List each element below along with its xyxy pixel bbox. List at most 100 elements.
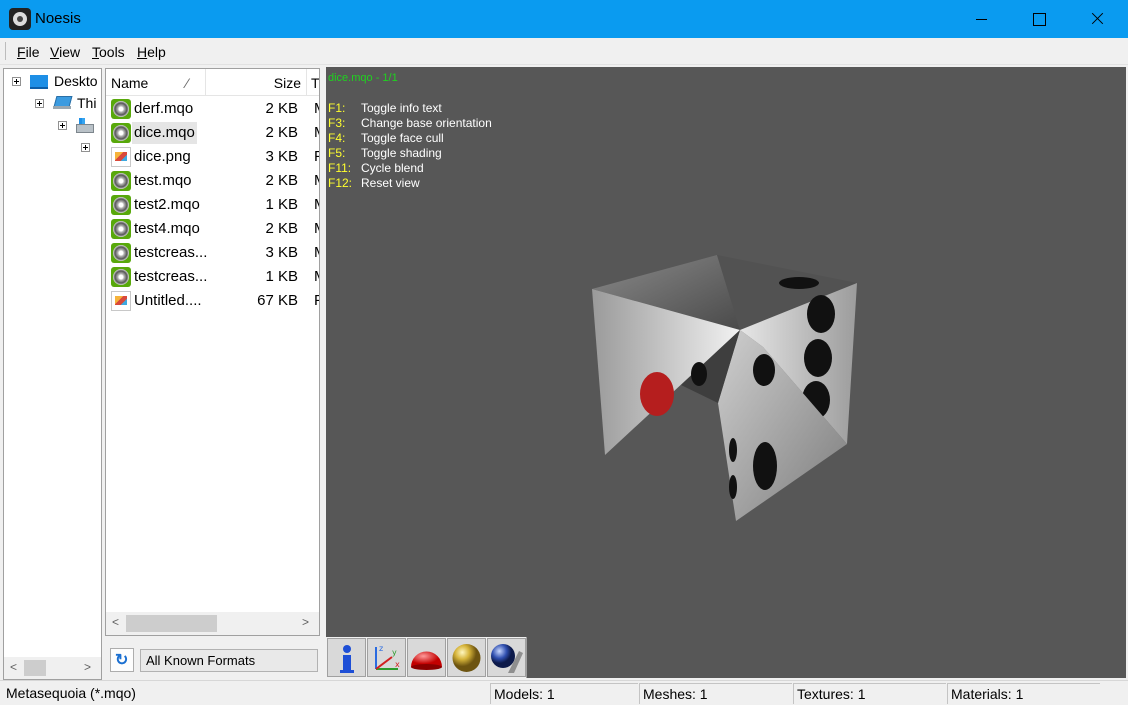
status-bar: Metasequoia (*.mqo) Models: 1 Meshes: 1 … — [0, 680, 1128, 705]
file-size: 3 KB — [265, 244, 298, 261]
window-title: Noesis — [35, 10, 81, 27]
scroll-left-icon[interactable]: < — [10, 660, 17, 674]
file-size: 1 KB — [265, 268, 298, 285]
file-size: 2 KB — [265, 172, 298, 189]
file-name: testcreas... — [134, 268, 208, 285]
scrollbar-thumb[interactable] — [24, 660, 46, 676]
mqo-file-icon — [111, 99, 131, 119]
desktop-icon — [30, 75, 48, 89]
file-size: 2 KB — [265, 100, 298, 117]
title-bar: Noesis — [0, 0, 1128, 38]
svg-text:y: y — [392, 648, 397, 657]
windows-drive-icon — [75, 118, 94, 133]
file-name: dice.mqo — [132, 122, 197, 144]
column-type-label: T — [311, 75, 320, 91]
noesis-app-icon[interactable] — [9, 8, 31, 30]
scrollbar-thumb[interactable] — [126, 615, 217, 632]
menu-file[interactable]: File — [17, 44, 40, 60]
file-name: derf.mqo — [134, 100, 194, 117]
column-size-label: Size — [273, 75, 301, 91]
tree-horizontal-scrollbar[interactable]: < > — [4, 657, 101, 679]
file-name: Untitled.... — [134, 292, 202, 309]
tree-item-folder[interactable] — [79, 139, 99, 157]
scroll-right-icon[interactable]: > — [84, 660, 91, 674]
status-textures: Textures: 1 — [793, 683, 946, 704]
mqo-file-icon — [111, 267, 131, 287]
info-icon — [340, 645, 354, 673]
svg-text:x: x — [395, 660, 400, 669]
scroll-right-icon[interactable]: > — [302, 615, 309, 629]
expand-icon[interactable] — [58, 121, 67, 130]
column-header-name[interactable]: Name ⁄ — [106, 69, 206, 96]
column-header-size[interactable]: Size — [206, 69, 307, 96]
png-file-icon — [111, 147, 131, 167]
tree-item-drive[interactable] — [56, 117, 101, 135]
mqo-file-icon — [111, 123, 131, 143]
axes-icon: z y x — [375, 644, 400, 670]
format-filter-select[interactable]: All Known Formats — [140, 649, 318, 672]
gold-sphere-icon — [452, 644, 481, 672]
file-name: testcreas... — [134, 244, 208, 261]
file-name: dice.png — [134, 148, 191, 165]
file-size: 3 KB — [265, 148, 298, 165]
info-button[interactable] — [327, 638, 366, 677]
expand-icon[interactable] — [35, 99, 44, 108]
mqo-file-icon — [111, 171, 131, 191]
menu-help[interactable]: Help — [137, 44, 166, 60]
status-models: Models: 1 — [490, 683, 638, 704]
model-viewport[interactable]: dice.mqo - 1/1 F1: Toggle info text F3: Cha… — [326, 67, 1126, 678]
menu-tools[interactable]: Tools — [92, 44, 125, 60]
material-button[interactable] — [447, 638, 486, 677]
mqo-file-icon — [111, 243, 131, 263]
scroll-left-icon[interactable]: < — [112, 615, 119, 629]
expand-icon[interactable] — [81, 143, 90, 152]
file-row[interactable]: test.mqo2 KBM — [108, 169, 319, 193]
file-row[interactable]: Untitled....67 KBP — [108, 289, 319, 313]
mqo-file-icon — [111, 195, 131, 215]
file-size: 2 KB — [265, 124, 298, 141]
file-row[interactable]: testcreas...3 KBM — [108, 241, 319, 265]
status-meshes: Meshes: 1 — [639, 683, 792, 704]
file-row[interactable]: dice.mqo2 KBM — [108, 121, 319, 145]
svg-text:z: z — [379, 644, 383, 653]
red-dome-icon — [411, 651, 442, 670]
wrench-sphere-icon — [491, 644, 523, 673]
file-size: 2 KB — [265, 220, 298, 237]
png-file-icon — [111, 291, 131, 311]
maximize-button[interactable] — [1010, 0, 1068, 38]
refresh-button[interactable] — [110, 648, 134, 672]
file-name: test2.mqo — [134, 196, 200, 213]
file-row[interactable]: dice.png3 KBP — [108, 145, 319, 169]
menu-grip — [5, 42, 6, 60]
close-button[interactable] — [1068, 0, 1126, 38]
file-row[interactable]: test4.mqo2 KBM — [108, 217, 319, 241]
column-name-label: Name — [111, 75, 149, 91]
tree-item-label: Deskto — [54, 73, 98, 89]
viewport-toolbar: z y x — [326, 637, 527, 678]
tree-item-this-pc[interactable]: Thi — [33, 95, 101, 113]
sort-indicator-icon: ⁄ — [186, 75, 189, 91]
shading-button[interactable] — [407, 638, 446, 677]
file-row[interactable]: derf.mqo2 KBM — [108, 97, 319, 121]
computer-icon — [53, 96, 71, 110]
mqo-file-icon — [111, 219, 131, 239]
file-list[interactable]: Name ⁄ Size T derf.mqo2 KBMdice.mqo2 KBM… — [105, 68, 320, 636]
tools-button[interactable] — [487, 638, 526, 677]
tree-item-label: Thi — [77, 95, 97, 111]
column-header-type[interactable]: T — [307, 69, 320, 96]
axes-button[interactable]: z y x — [367, 638, 406, 677]
file-size: 67 KB — [257, 292, 298, 309]
file-name: test4.mqo — [134, 220, 200, 237]
expand-icon[interactable] — [12, 77, 21, 86]
menu-bar: File View Tools Help — [0, 38, 1128, 65]
file-row[interactable]: testcreas...1 KBM — [108, 265, 319, 289]
file-size: 1 KB — [265, 196, 298, 213]
file-horizontal-scrollbar[interactable]: < > — [106, 612, 319, 635]
menu-view[interactable]: View — [50, 44, 80, 60]
folder-tree[interactable]: Deskto Thi < > — [3, 68, 102, 680]
tree-item-desktop[interactable]: Deskto — [10, 73, 101, 91]
minimize-button[interactable] — [952, 0, 1010, 38]
status-format: Metasequoia (*.mqo) — [6, 685, 136, 701]
file-row[interactable]: test2.mqo1 KBM — [108, 193, 319, 217]
file-name: test.mqo — [134, 172, 192, 189]
